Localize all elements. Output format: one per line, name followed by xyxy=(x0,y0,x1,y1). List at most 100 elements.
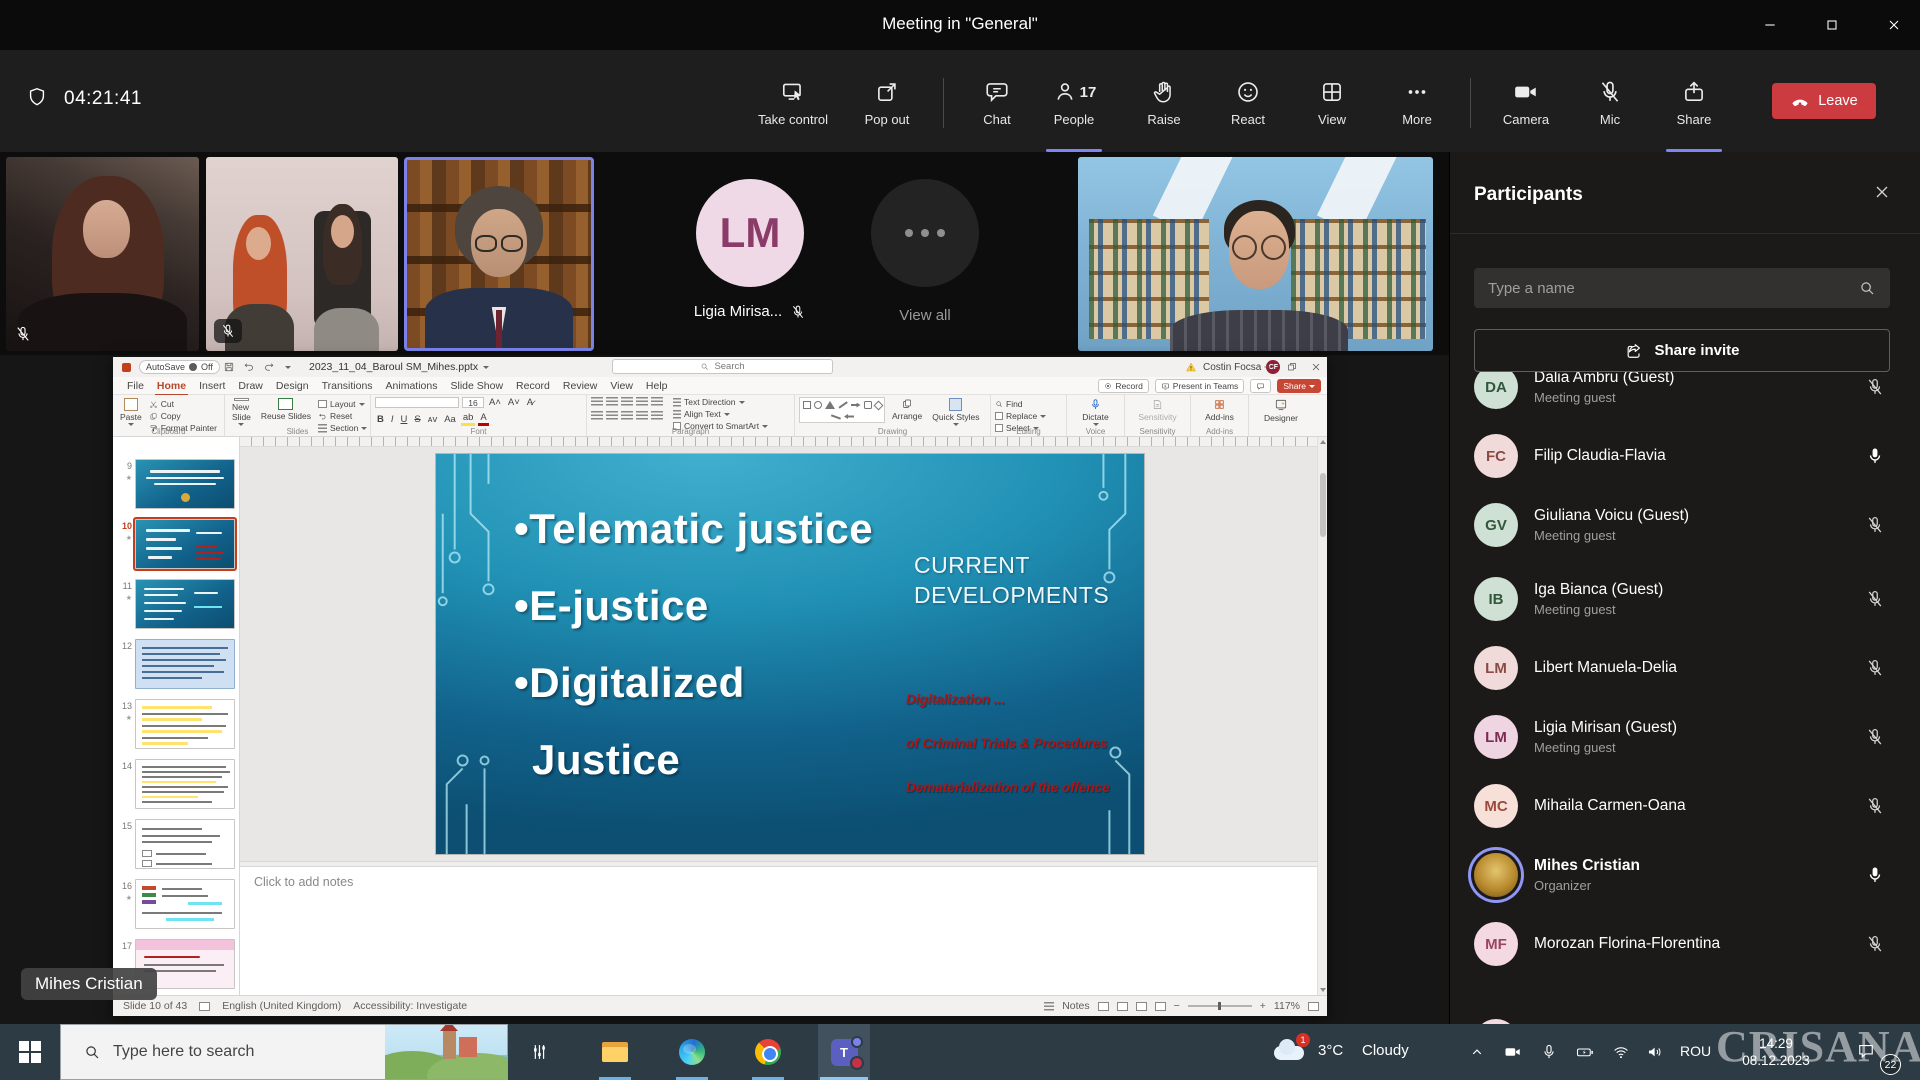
font-name-select[interactable] xyxy=(375,397,459,408)
tray-mic-icon[interactable] xyxy=(1540,1043,1558,1061)
weather-condition[interactable]: Cloudy xyxy=(1362,1042,1409,1059)
ppt-record-button[interactable]: Record xyxy=(1098,379,1148,393)
fit-slide-icon[interactable] xyxy=(1308,1002,1319,1011)
display-settings-icon[interactable] xyxy=(199,1002,210,1011)
font-size-select[interactable]: 16 xyxy=(462,397,484,408)
vertical-scrollbar[interactable] xyxy=(1317,437,1327,995)
chat-button[interactable]: Chat xyxy=(961,62,1033,144)
save-icon[interactable] xyxy=(223,361,235,373)
mic-on-icon[interactable] xyxy=(1865,865,1885,885)
menu-design[interactable]: Design xyxy=(276,380,309,392)
comments-button[interactable] xyxy=(1250,379,1271,393)
mic-button[interactable]: Mic xyxy=(1574,62,1646,144)
slide-thumbnail[interactable] xyxy=(135,759,235,809)
pop-out-button[interactable]: Pop out xyxy=(849,62,925,144)
participant-row[interactable]: IB Iga Bianca (Guest) Meeting guest xyxy=(1450,562,1920,636)
video-tile-participant-3[interactable] xyxy=(1078,157,1433,351)
numbering-icon[interactable] xyxy=(606,397,618,406)
find-button[interactable]: Find xyxy=(995,399,1046,409)
align-center-icon[interactable] xyxy=(606,411,618,420)
copy-button[interactable]: Copy xyxy=(149,411,217,421)
menu-animations[interactable]: Animations xyxy=(386,380,438,392)
participant-row[interactable]: DA Dalia Ambru (Guest) Meeting guest xyxy=(1450,372,1920,424)
bold-button[interactable]: B xyxy=(375,414,386,425)
ppt-close-button[interactable] xyxy=(1307,359,1325,375)
keyboard-language[interactable]: ROU xyxy=(1680,1043,1711,1059)
line-spacing-icon[interactable] xyxy=(651,397,663,406)
tray-camera-icon[interactable] xyxy=(1504,1043,1522,1061)
ppt-restore-button[interactable] xyxy=(1283,359,1301,375)
slide-thumbnail[interactable] xyxy=(135,819,235,869)
menu-draw[interactable]: Draw xyxy=(238,380,263,392)
participant-row[interactable]: FC Filip Claudia-Flavia xyxy=(1450,424,1920,488)
slide-thumbnail[interactable] xyxy=(135,459,235,509)
share-button[interactable]: Share xyxy=(1658,62,1730,144)
slide-thumbnail[interactable] xyxy=(135,879,235,929)
paste-button[interactable]: Paste xyxy=(117,397,145,427)
mic-muted-icon[interactable] xyxy=(1865,658,1885,678)
qat-chevron-icon[interactable] xyxy=(285,366,291,369)
ppt-minimize-button[interactable] xyxy=(1259,359,1277,375)
reuse-slides-button[interactable]: Reuse Slides xyxy=(258,397,314,427)
video-tile-active-speaker[interactable] xyxy=(404,157,594,351)
teams-button[interactable]: T xyxy=(818,1024,870,1080)
ppt-filename[interactable]: 2023_11_04_Baroul SM_Mihes.pptx xyxy=(309,361,489,373)
weather-icon[interactable]: 1 xyxy=(1272,1038,1306,1062)
share-invite-button[interactable]: Share invite xyxy=(1474,329,1890,372)
replace-button[interactable]: Replace xyxy=(995,411,1046,421)
menu-home[interactable]: Home xyxy=(157,380,186,392)
columns-icon[interactable] xyxy=(651,411,663,420)
zoom-slider[interactable] xyxy=(1188,1005,1252,1007)
clear-format-button[interactable]: A̷ xyxy=(525,397,535,408)
close-panel-icon[interactable] xyxy=(1872,182,1892,202)
window-minimize-button[interactable] xyxy=(1745,0,1795,50)
participant-search-input[interactable]: Type a name xyxy=(1474,268,1890,308)
tray-volume-icon[interactable] xyxy=(1646,1043,1664,1061)
task-view-button[interactable] xyxy=(513,1024,565,1080)
menu-slideshow[interactable]: Slide Show xyxy=(451,380,504,392)
take-control-button[interactable]: Take control xyxy=(745,62,841,144)
reading-view-icon[interactable] xyxy=(1136,1002,1147,1011)
addins-button[interactable]: Add-ins xyxy=(1202,397,1237,427)
slide-thumbnail[interactable] xyxy=(135,639,235,689)
slideshow-icon[interactable] xyxy=(1155,1002,1166,1011)
participant-row[interactable]: LM Ligia Mirisan (Guest) Meeting guest xyxy=(1450,700,1920,774)
align-right-icon[interactable] xyxy=(621,411,633,420)
sensitivity-button[interactable]: Sensitivity xyxy=(1135,397,1179,427)
accessibility-status[interactable]: Accessibility: Investigate xyxy=(353,1000,467,1012)
notes-toggle-label[interactable]: Notes xyxy=(1062,1000,1089,1012)
notes-toggle-icon[interactable] xyxy=(1044,1002,1054,1011)
quick-styles-button[interactable]: Quick Styles xyxy=(929,397,982,427)
underline-button[interactable]: U xyxy=(399,414,410,425)
designer-button[interactable]: Designer xyxy=(1261,397,1301,427)
menu-insert[interactable]: Insert xyxy=(199,380,225,392)
normal-view-icon[interactable] xyxy=(1098,1002,1109,1011)
zoom-level[interactable]: 117% xyxy=(1274,1000,1300,1012)
language-status[interactable]: English (United Kingdom) xyxy=(222,1000,341,1012)
change-case-button[interactable]: Aa xyxy=(442,414,458,425)
weather-temperature[interactable]: 3°C xyxy=(1318,1042,1343,1059)
arrange-button[interactable]: Arrange xyxy=(889,397,925,427)
mic-muted-icon[interactable] xyxy=(1865,515,1885,535)
scroll-down-icon[interactable] xyxy=(1320,988,1326,992)
mic-muted-icon[interactable] xyxy=(1865,727,1885,747)
decrease-indent-icon[interactable] xyxy=(621,397,633,406)
menu-view[interactable]: View xyxy=(610,380,633,392)
view-all-tile[interactable]: View all xyxy=(840,157,1010,351)
menu-file[interactable]: File xyxy=(127,380,144,392)
tray-wifi-icon[interactable] xyxy=(1612,1043,1630,1061)
ppt-share-button[interactable]: Share xyxy=(1277,379,1321,393)
leave-button[interactable]: Leave xyxy=(1772,83,1876,119)
zoom-out-button[interactable]: − xyxy=(1174,1000,1180,1012)
video-tile-audio-only[interactable]: LM Ligia Mirisa... xyxy=(660,157,840,351)
font-color-button[interactable]: A xyxy=(478,412,488,426)
window-maximize-button[interactable] xyxy=(1807,0,1857,50)
character-spacing-button[interactable]: ᴀᴠ xyxy=(426,414,439,425)
mic-muted-icon[interactable] xyxy=(1865,589,1885,609)
highlight-color-button[interactable]: ab xyxy=(461,412,476,426)
scrollbar-thumb[interactable] xyxy=(1320,473,1326,537)
chrome-button[interactable] xyxy=(742,1024,794,1080)
zoom-in-button[interactable]: + xyxy=(1260,1000,1266,1012)
tray-chevron-up-icon[interactable] xyxy=(1468,1043,1486,1061)
menu-help[interactable]: Help xyxy=(646,380,668,392)
